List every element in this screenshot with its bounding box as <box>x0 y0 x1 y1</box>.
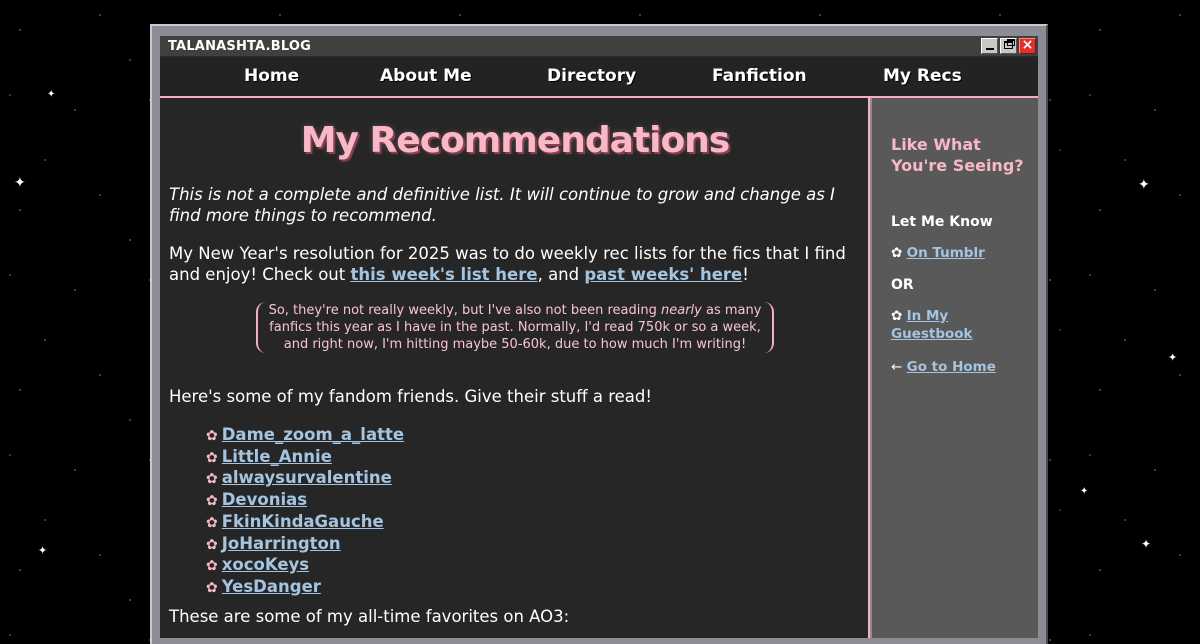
list-item: ✿ Devonias <box>206 490 404 512</box>
nav-item-about-me[interactable]: About Me <box>380 66 472 86</box>
window-controls: × <box>981 37 1038 54</box>
list-item: ✿ YesDanger <box>206 577 404 599</box>
nav-bar: Home About Me Directory Fanfiction My Re… <box>160 57 1038 98</box>
close-button[interactable]: × <box>1019 37 1036 54</box>
or-label: OR <box>891 277 914 293</box>
sparkle-icon: ✦ <box>1168 351 1178 364</box>
flower-icon: ✿ <box>206 428 218 444</box>
home-item: ← Go to Home <box>891 358 996 376</box>
sparkle-icon: ✦ <box>1138 177 1150 193</box>
friends-intro: Here's some of my fandom friends. Give t… <box>169 387 652 406</box>
note-box: So, they're not really weekly, but I've … <box>256 302 774 353</box>
sparkle-icon: ✦ <box>1080 486 1089 497</box>
flower-icon: ✿ <box>891 308 903 324</box>
flower-icon: ✿ <box>206 579 218 596</box>
flower-icon: ✿ <box>206 558 218 575</box>
main-content: My Recommendations This is not a complet… <box>160 98 870 638</box>
resolution-text: ! <box>742 265 749 284</box>
flower-icon: ✿ <box>206 536 218 553</box>
list-item: ✿ alwaysurvalentine <box>206 468 404 490</box>
sparkle-icon: ✦ <box>38 544 48 557</box>
friend-link[interactable]: YesDanger <box>222 577 321 596</box>
tumblr-item: ✿ On Tumblr <box>891 244 985 262</box>
list-item: ✿ Little_Annie <box>206 447 404 469</box>
back-arrow-icon: ← <box>891 359 903 375</box>
nav-item-directory[interactable]: Directory <box>547 66 636 86</box>
go-to-home-link[interactable]: Go to Home <box>907 359 996 375</box>
friend-link[interactable]: Little_Annie <box>222 447 332 466</box>
nav-item-my-recs[interactable]: My Recs <box>883 66 962 86</box>
friend-link[interactable]: alwaysurvalentine <box>222 468 392 487</box>
tumblr-link[interactable]: On Tumblr <box>907 245 985 261</box>
sparkle-icon: ✦ <box>1141 537 1152 551</box>
flower-icon: ✿ <box>206 493 218 510</box>
note-emphasis: nearly <box>661 303 702 318</box>
sparkle-icon: ✦ <box>47 89 56 100</box>
sidebar-heading: Like What You're Seeing? <box>891 135 1024 175</box>
close-icon: × <box>1021 37 1034 53</box>
friend-link[interactable]: xocoKeys <box>222 555 309 574</box>
this-week-list-link[interactable]: this week's list here <box>350 265 537 284</box>
guestbook-item: ✿ In My Guestbook <box>891 307 1026 343</box>
list-item: ✿ JoHarrington <box>206 534 404 556</box>
window-title: TALANASHTA.BLOG <box>168 38 311 54</box>
minimize-button[interactable] <box>981 38 998 54</box>
let-me-know-label: Let Me Know <box>891 214 993 230</box>
list-item: ✿ Dame_zoom_a_latte <box>206 425 404 447</box>
past-weeks-link[interactable]: past weeks' here <box>584 265 742 284</box>
nav-item-home[interactable]: Home <box>244 66 299 86</box>
minimize-icon <box>986 48 994 50</box>
resolution-paragraph: My New Year's resolution for 2025 was to… <box>169 243 859 285</box>
friend-link[interactable]: JoHarrington <box>222 534 341 553</box>
friend-link[interactable]: Devonias <box>222 490 307 509</box>
flower-icon: ✿ <box>206 514 218 531</box>
list-item: ✿ FkinKindaGauche <box>206 512 404 534</box>
maximize-button[interactable] <box>1000 38 1017 54</box>
title-bar[interactable]: TALANASHTA.BLOG × <box>160 36 1038 57</box>
page-title: My Recommendations <box>300 120 731 161</box>
note-text: So, they're not really weekly, but I've … <box>268 303 661 318</box>
resolution-text: , and <box>537 265 585 284</box>
guestbook-link[interactable]: In My Guestbook <box>891 308 973 342</box>
friend-link[interactable]: FkinKindaGauche <box>222 512 384 531</box>
favorites-intro: These are some of my all-time favorites … <box>169 607 570 626</box>
list-item: ✿ xocoKeys <box>206 555 404 577</box>
flower-icon: ✿ <box>891 245 903 261</box>
flower-icon: ✿ <box>206 449 218 466</box>
nav-item-fanfiction[interactable]: Fanfiction <box>712 66 807 86</box>
sidebar: Like What You're Seeing? Let Me Know ✿ O… <box>872 98 1038 638</box>
friend-link[interactable]: Dame_zoom_a_latte <box>222 425 404 444</box>
flower-icon: ✿ <box>206 471 218 488</box>
intro-disclaimer: This is not a complete and definitive li… <box>169 185 835 225</box>
sparkle-icon: ✦ <box>14 175 26 191</box>
friends-list: ✿ Dame_zoom_a_latte ✿ Little_Annie ✿ always… <box>206 425 404 599</box>
maximize-icon <box>1004 41 1013 49</box>
